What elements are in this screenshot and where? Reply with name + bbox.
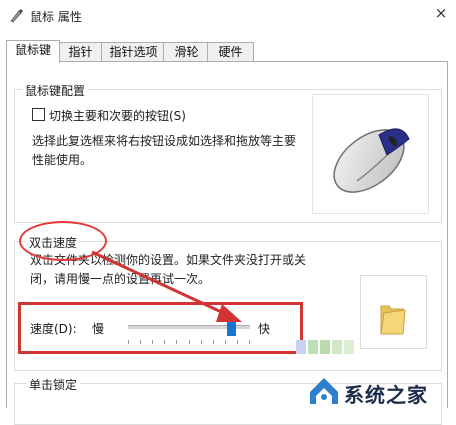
click-lock-title: 单击锁定 [26,376,81,393]
watermark-logo-icon [310,378,338,404]
tab-mouse-buttons[interactable]: 鼠标键 [6,40,60,63]
folder-icon [380,305,406,335]
switch-buttons-label: 切换主要和次要的按钮(S) [49,109,186,123]
tab-pointer-options[interactable]: 指针选项 [101,42,166,62]
mouse-image [312,94,429,214]
tab-pointers[interactable]: 指针 [57,42,104,62]
close-button[interactable]: × [432,4,450,22]
switch-buttons-checkbox[interactable] [32,108,45,121]
mouse-properties-icon [8,8,24,24]
tab-wheel[interactable]: 滑轮 [163,42,210,62]
watermark-stripes [296,340,366,354]
button-config-description-line1: 选择此复选框来将右按钮设成如选择和拖放等主要 [32,134,297,148]
window-title: 鼠标 属性 [30,10,82,24]
button-config-description-line2: 性能使用。 [32,153,93,167]
watermark: 系统之家 [282,372,456,409]
button-config-title: 鼠标键配置 [22,82,89,99]
title-bar: 鼠标 属性 × [0,0,456,34]
watermark-text: 系统之家 [344,383,428,407]
annotation-arrow [91,250,242,322]
test-folder-area[interactable] [360,275,427,349]
tab-hardware[interactable]: 硬件 [207,42,254,62]
